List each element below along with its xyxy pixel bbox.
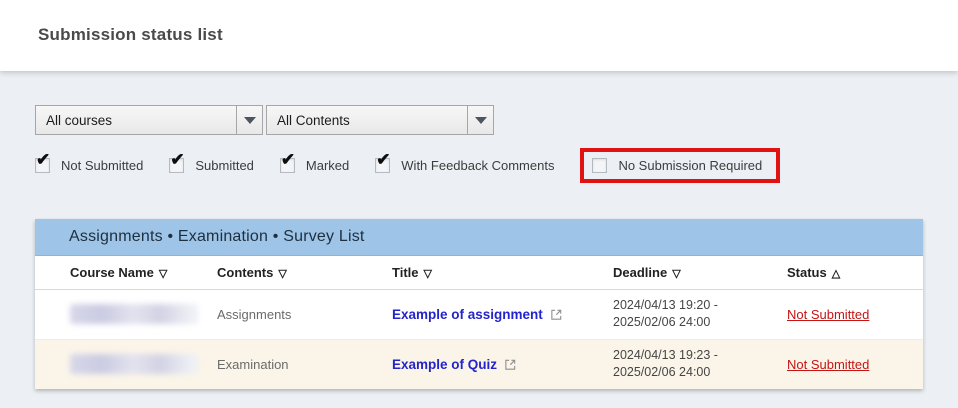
filter-label: Not Submitted xyxy=(61,158,143,173)
filter-label: No Submission Required xyxy=(618,158,762,173)
title-cell: Example of Quiz xyxy=(392,339,613,389)
sort-up-icon: △ xyxy=(832,268,840,280)
column-header-course-name[interactable]: Course Name▽ xyxy=(35,256,217,289)
contents-cell: Examination xyxy=(217,339,392,389)
not-submitted-checkbox[interactable]: ✔ xyxy=(35,158,50,173)
submitted-checkbox[interactable]: ✔ xyxy=(169,158,184,173)
filter-label: With Feedback Comments xyxy=(401,158,554,173)
column-header-status[interactable]: Status△ xyxy=(787,256,923,289)
contents-filter-dropdown[interactable]: All Contents xyxy=(266,105,494,135)
with-feedback-comments-checkbox[interactable]: ✔ xyxy=(375,158,390,173)
table-caption: Assignments • Examination • Survey List xyxy=(35,219,923,256)
status-cell: Not Submitted xyxy=(787,339,923,389)
course-filter-selected-value: All courses xyxy=(36,106,236,134)
checkmark-icon: ✔ xyxy=(281,151,295,168)
deadline-cell: 2024/04/13 19:23 - 2025/02/06 24:00 xyxy=(613,339,787,389)
checkmark-icon: ✔ xyxy=(36,151,50,168)
checkmark-icon: ✔ xyxy=(376,151,390,168)
filter-toolbar: All courses All Contents xyxy=(35,105,923,135)
column-header-title[interactable]: Title▽ xyxy=(392,256,613,289)
contents-filter-selected-value: All Contents xyxy=(267,106,467,134)
external-link-icon xyxy=(550,308,563,321)
filter-label: Submitted xyxy=(195,158,254,173)
sort-down-icon: ▽ xyxy=(672,268,680,280)
filter-not-submitted: ✔ Not Submitted xyxy=(35,158,143,173)
table-row: Examination Example of Quiz 2024/04/13 1… xyxy=(35,339,923,389)
sort-down-icon: ▽ xyxy=(424,268,432,280)
redacted-course-name xyxy=(70,304,198,324)
quiz-title-link[interactable]: Example of Quiz xyxy=(392,357,497,372)
status-cell: Not Submitted xyxy=(787,289,923,339)
marked-checkbox[interactable]: ✔ xyxy=(280,158,295,173)
course-name-cell xyxy=(35,339,217,389)
filter-marked: ✔ Marked xyxy=(280,158,349,173)
contents-cell: Assignments xyxy=(217,289,392,339)
filter-label: Marked xyxy=(306,158,349,173)
no-submission-required-checkbox[interactable]: ✔ xyxy=(592,158,607,173)
table-header-row: Course Name▽ Contents▽ Title▽ Deadline▽ … xyxy=(35,256,923,289)
status-link[interactable]: Not Submitted xyxy=(787,307,869,322)
deadline-cell: 2024/04/13 19:20 - 2025/02/06 24:00 xyxy=(613,289,787,339)
filter-no-submission-required: ✔ No Submission Required xyxy=(580,148,780,183)
sort-down-icon: ▽ xyxy=(159,268,167,280)
column-header-deadline[interactable]: Deadline▽ xyxy=(613,256,787,289)
course-filter-dropdown[interactable]: All courses xyxy=(35,105,263,135)
checkmark-icon: ✔ xyxy=(170,151,184,168)
course-name-cell xyxy=(35,289,217,339)
status-link[interactable]: Not Submitted xyxy=(787,357,869,372)
external-link-icon xyxy=(504,358,517,371)
column-header-contents[interactable]: Contents▽ xyxy=(217,256,392,289)
submission-table: Assignments • Examination • Survey List … xyxy=(35,219,923,389)
page-root: { "header": { "title": "Submission statu… xyxy=(0,0,958,408)
app-header: Submission status list xyxy=(0,0,958,71)
filter-submitted: ✔ Submitted xyxy=(169,158,254,173)
filter-with-feedback-comments: ✔ With Feedback Comments xyxy=(375,158,554,173)
assignment-title-link[interactable]: Example of assignment xyxy=(392,307,543,322)
title-cell: Example of assignment xyxy=(392,289,613,339)
page-title: Submission status list xyxy=(0,0,958,45)
table-row: Assignments Example of assignment 2024/0… xyxy=(35,289,923,339)
redacted-course-name xyxy=(70,354,198,374)
sort-down-icon: ▽ xyxy=(278,268,286,280)
chevron-down-icon xyxy=(236,106,262,134)
chevron-down-icon xyxy=(467,106,493,134)
status-filterbar: ✔ Not Submitted ✔ Submitted ✔ Marked ✔ W… xyxy=(35,145,923,185)
